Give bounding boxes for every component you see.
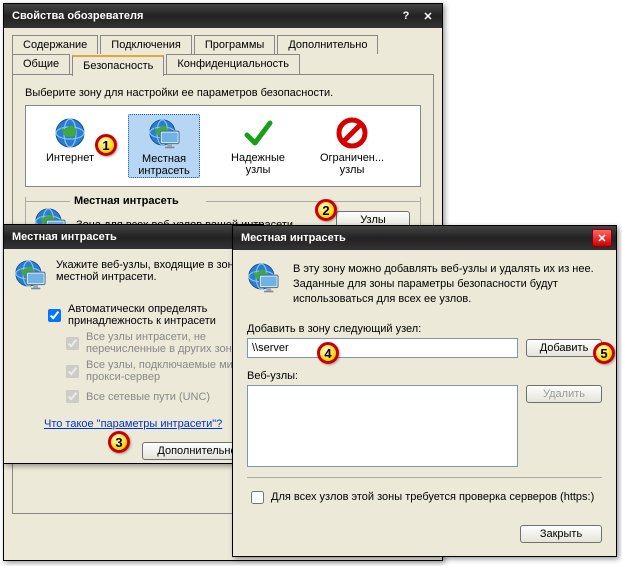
- cb-intranet-sites: Все узлы интрасети, не перечисленные в д…: [62, 331, 252, 355]
- dialog-desc: В эту зону можно добавлять веб-узлы и уд…: [293, 262, 602, 307]
- site-input[interactable]: [247, 338, 518, 358]
- local-intranet-dialog: Местная интрасеть Укажите веб-узлы, вход…: [3, 224, 263, 464]
- dialog-desc: Укажите веб-узлы, входящие в зону местно…: [56, 259, 252, 293]
- sites-listbox[interactable]: [247, 385, 518, 467]
- zone-local-intranet[interactable]: Местная интрасеть: [128, 114, 200, 178]
- check-icon: [242, 117, 274, 149]
- zone-list[interactable]: Интернет Местная интрасеть Надежные узлы…: [25, 105, 421, 187]
- add-site-label: Добавить в зону следующий узел:: [247, 323, 602, 335]
- close-button[interactable]: ✕: [592, 229, 612, 247]
- titlebar[interactable]: Местная интрасеть: [4, 225, 262, 249]
- cb-unc-paths: Все сетевые пути (UNC): [62, 387, 252, 406]
- auto-detect-checkbox[interactable]: Автоматически определять принадлежность …: [44, 303, 252, 327]
- badge-3: 3: [108, 431, 130, 453]
- zone-restricted[interactable]: Ограничен... узлы: [316, 114, 388, 178]
- close-button[interactable]: Закрыть: [520, 525, 602, 543]
- tab-advanced[interactable]: Дополнительно: [277, 35, 378, 54]
- badge-4: 4: [317, 342, 339, 364]
- nosign-icon: [336, 117, 368, 149]
- zone-trusted[interactable]: Надежные узлы: [222, 114, 294, 178]
- tab-programs[interactable]: Программы: [194, 35, 275, 54]
- badge-1: 1: [95, 134, 117, 156]
- zone-prompt: Выберите зону для настройки ее параметро…: [25, 87, 421, 99]
- delete-button[interactable]: Удалить: [526, 385, 602, 403]
- tab-connections[interactable]: Подключения: [100, 35, 192, 54]
- tab-general[interactable]: Общие: [12, 54, 70, 75]
- sites-list-label: Веб-узлы:: [247, 370, 602, 382]
- titlebar[interactable]: Местная интрасеть ✕: [233, 226, 616, 250]
- globe-monitor-icon: [247, 262, 283, 298]
- titlebar[interactable]: Свойства обозревателя ? ✕: [4, 4, 442, 28]
- globe-icon: [54, 117, 86, 149]
- cb-bypass-proxy: Все узлы, подключаемые минуя прокси-серв…: [62, 359, 252, 383]
- add-button[interactable]: Добавить: [526, 339, 602, 357]
- globe-monitor-icon: [148, 118, 180, 150]
- tab-content[interactable]: Содержание: [12, 35, 98, 54]
- dialog-title: Местная интрасеть: [12, 231, 258, 243]
- tab-security[interactable]: Безопасность: [72, 55, 164, 76]
- zone-title: Местная интрасеть: [74, 195, 179, 207]
- add-sites-dialog: Местная интрасеть ✕ В эту зону можно доб…: [232, 225, 617, 557]
- https-required-checkbox[interactable]: Для всех узлов этой зоны требуется прове…: [247, 488, 602, 507]
- globe-monitor-icon: [14, 259, 48, 293]
- badge-2: 2: [315, 199, 337, 221]
- tab-privacy[interactable]: Конфиденциальность: [166, 54, 300, 75]
- dialog-title: Свойства обозревателя: [12, 10, 394, 22]
- dialog-title: Местная интрасеть: [241, 232, 590, 244]
- help-button[interactable]: ?: [396, 7, 416, 25]
- close-button[interactable]: ✕: [418, 7, 438, 25]
- badge-5: 5: [593, 342, 615, 364]
- intranet-params-link[interactable]: Что такое "параметры интрасети"?: [44, 418, 222, 430]
